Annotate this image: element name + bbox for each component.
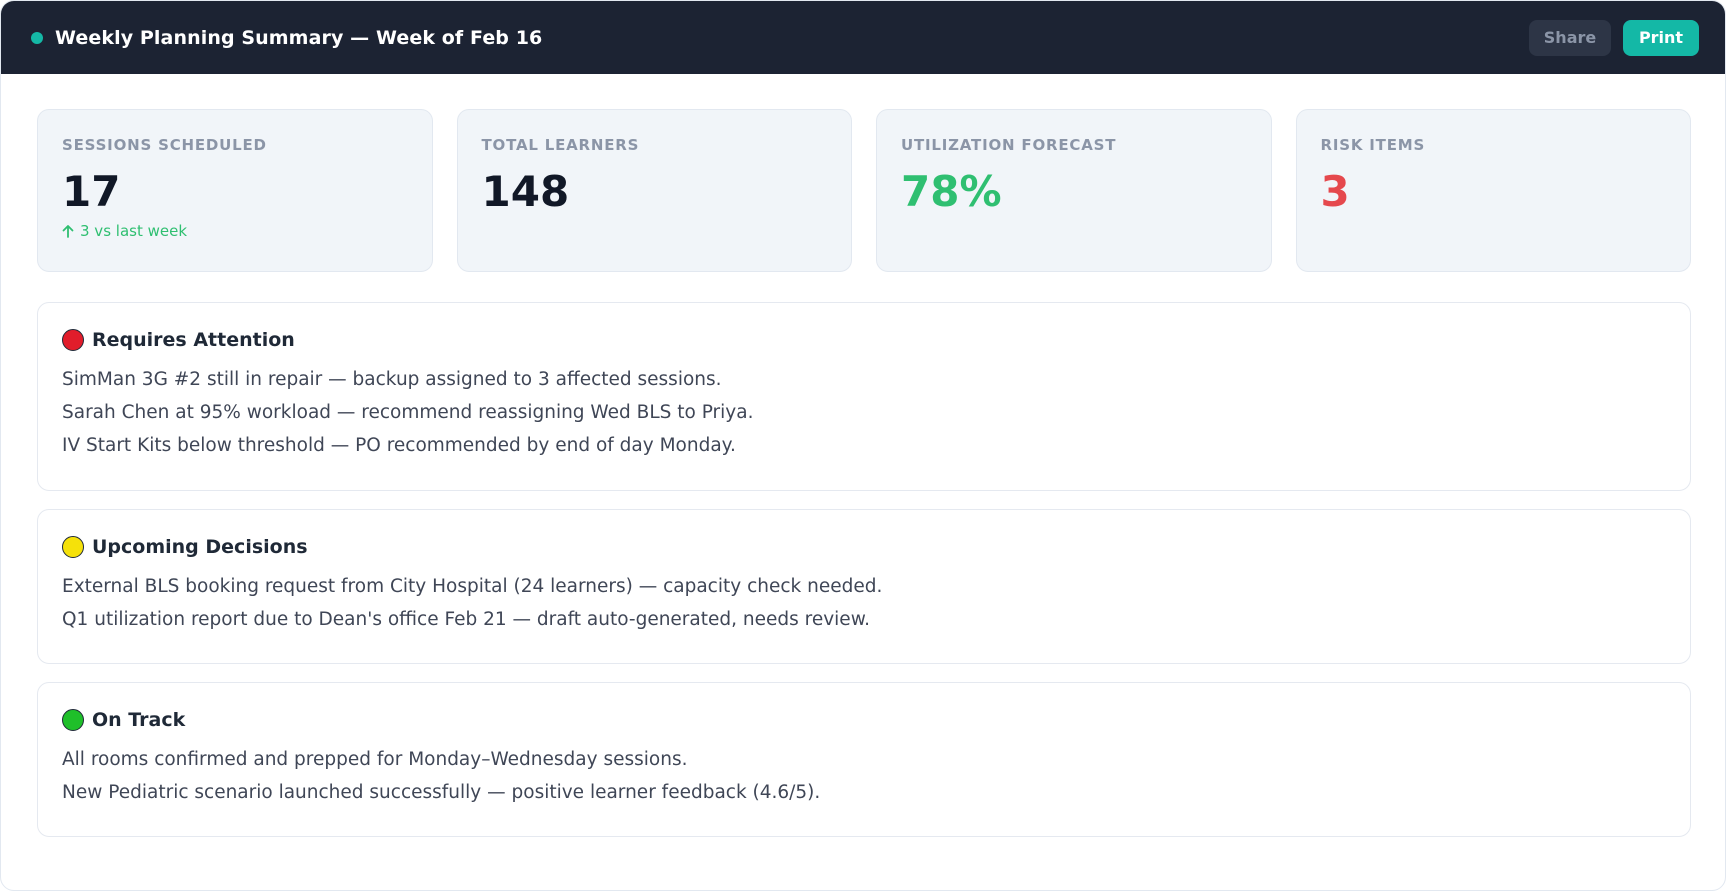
list-item: External BLS booking request from City H… — [62, 576, 883, 597]
kpi-label: SESSIONS SCHEDULED — [62, 136, 267, 154]
green-circle-icon — [62, 709, 84, 731]
header-bar: Weekly Planning Summary — Week of Feb 16… — [1, 1, 1725, 74]
kpi-label: RISK ITEMS — [1320, 136, 1426, 154]
summary-window: Weekly Planning Summary — Week of Feb 16… — [0, 0, 1726, 891]
yellow-circle-icon — [62, 536, 84, 558]
kpi-value: 3 — [1320, 167, 1350, 216]
kpi-card-sessions-scheduled: SESSIONS SCHEDULED 17 3 vs last week — [37, 109, 433, 272]
section-header: On Track — [62, 709, 1666, 731]
list-item: IV Start Kits below threshold — PO recom… — [62, 435, 736, 456]
section-title: Requires Attention — [92, 329, 295, 351]
kpi-card-utilization-forecast: UTILIZATION FORECAST 78% — [876, 109, 1272, 272]
list-item: SimMan 3G #2 still in repair — backup as… — [62, 369, 722, 390]
kpi-delta: 3 vs last week — [62, 222, 408, 240]
kpi-card-risk-items: RISK ITEMS 3 — [1295, 109, 1691, 272]
share-button[interactable]: Share — [1529, 19, 1611, 56]
list-item: Q1 utilization report due to Dean's offi… — [62, 609, 871, 630]
kpi-label: UTILIZATION FORECAST — [901, 136, 1117, 154]
section-upcoming-decisions: Upcoming Decisions External BLS booking … — [37, 509, 1691, 664]
kpi-card-total-learners: TOTAL LEARNERS 148 — [456, 109, 852, 272]
print-button[interactable]: Print — [1623, 19, 1699, 56]
list-item: New Pediatric scenario launched successf… — [62, 782, 821, 803]
kpi-label: TOTAL LEARNERS — [481, 136, 640, 154]
status-dot-icon — [31, 31, 43, 44]
kpi-value: 78% — [901, 167, 1002, 216]
kpi-delta-text: 3 vs last week — [80, 222, 188, 240]
section-requires-attention: Requires Attention SimMan 3G #2 still in… — [37, 302, 1691, 491]
list-item: Sarah Chen at 95% workload — recommend r… — [62, 402, 754, 423]
header-actions: Share Print — [1529, 19, 1699, 56]
section-title: On Track — [92, 709, 186, 731]
kpi-value: 148 — [481, 167, 570, 216]
arrow-up-icon — [62, 225, 74, 238]
section-title: Upcoming Decisions — [92, 536, 308, 558]
page-title: Weekly Planning Summary — Week of Feb 16 — [55, 26, 543, 49]
section-header: Upcoming Decisions — [62, 536, 1666, 558]
section-on-track: On Track All rooms confirmed and prepped… — [37, 682, 1691, 837]
red-circle-icon — [62, 329, 84, 351]
section-header: Requires Attention — [62, 329, 1666, 351]
kpi-row: SESSIONS SCHEDULED 17 3 vs last week TOT… — [37, 109, 1691, 272]
list-item: All rooms confirmed and prepped for Mond… — [62, 749, 688, 770]
kpi-value: 17 — [62, 167, 121, 216]
